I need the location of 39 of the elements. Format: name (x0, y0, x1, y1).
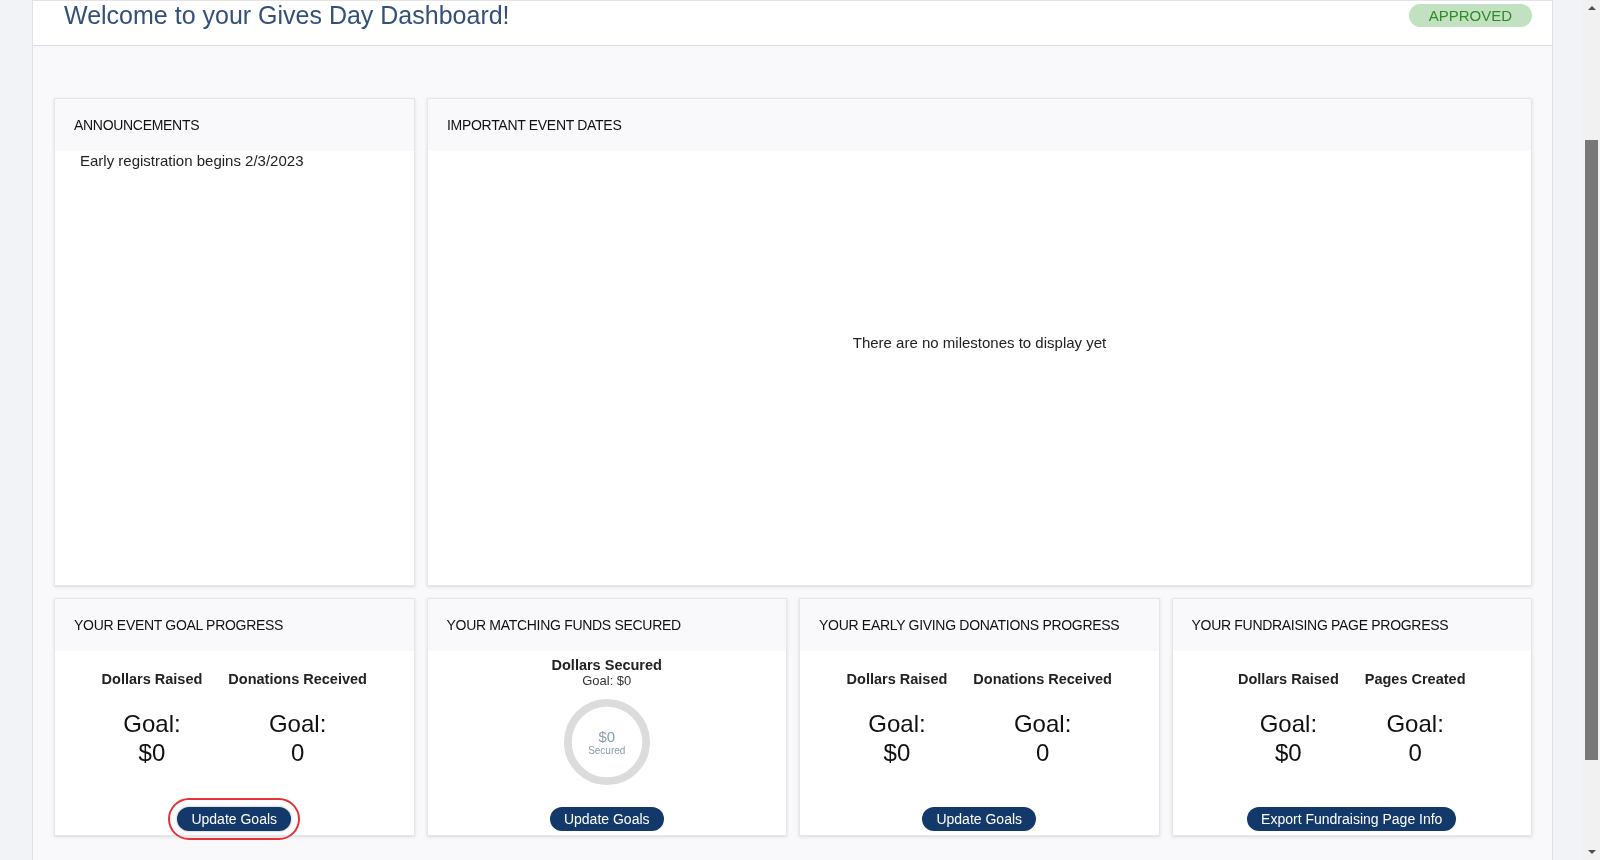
goal-value: $0 (1275, 738, 1302, 767)
card-title: YOUR MATCHING FUNDS SECURED (427, 599, 786, 651)
goal-value: $0 (883, 738, 911, 767)
stat-label: Dollars Raised (1238, 671, 1339, 687)
scroll-down-icon[interactable] (1587, 850, 1596, 854)
card-title: YOUR FUNDRAISING PAGE PROGRESS (1172, 599, 1531, 651)
scrollbar-thumb[interactable] (1585, 140, 1598, 760)
stat-label: Dollars Secured (551, 657, 662, 673)
scrollbar[interactable] (1583, 0, 1600, 860)
goal-value: $0 (138, 738, 166, 767)
goal-label: Goal: (123, 709, 181, 738)
goal-value: 0 (1408, 738, 1422, 767)
update-button[interactable]: Update Goals (549, 807, 664, 831)
stat-label: Dollars Raised (846, 671, 948, 687)
stat-label: Donations Received (973, 671, 1112, 687)
stat-label: Pages Created (1364, 671, 1466, 687)
goal-label: Goal: (268, 709, 327, 738)
update-button[interactable]: Update Goals (922, 807, 1037, 831)
goal-value: 0 (1035, 738, 1050, 767)
goal-label: Goal: (1013, 709, 1072, 738)
goal-label: Goal: $0 (582, 673, 632, 688)
page-title: Welcome to your Gives Day Dashboard! (64, 0, 510, 30)
update-button[interactable]: Export Fundraising Page Info (1247, 807, 1457, 831)
card-title: YOUR EARLY GIVING DONATIONS PROGRESS (800, 599, 1159, 651)
goal-value: 0 (290, 738, 305, 767)
goal-label: Goal: (868, 709, 926, 738)
empty-message: There are no milestones to display yet (852, 333, 1107, 351)
scroll-up-icon[interactable] (1587, 6, 1596, 10)
card-title: IMPORTANT EVENT DATES (428, 99, 1531, 151)
goal-label: Goal: (1259, 709, 1318, 738)
ring-value: $0 (598, 728, 616, 745)
stat-label: Donations Received (228, 671, 367, 687)
goal-label: Goal: (1386, 709, 1444, 738)
ring-caption: Secured (588, 745, 626, 756)
card-title: ANNOUNCEMENTS (55, 99, 414, 151)
status-badge: APPROVED (1408, 3, 1532, 27)
card-title: YOUR EVENT GOAL PROGRESS (55, 599, 414, 651)
announcement-text: Early registration begins 2/3/2023 (80, 152, 305, 169)
stat-label: Dollars Raised (101, 671, 203, 687)
